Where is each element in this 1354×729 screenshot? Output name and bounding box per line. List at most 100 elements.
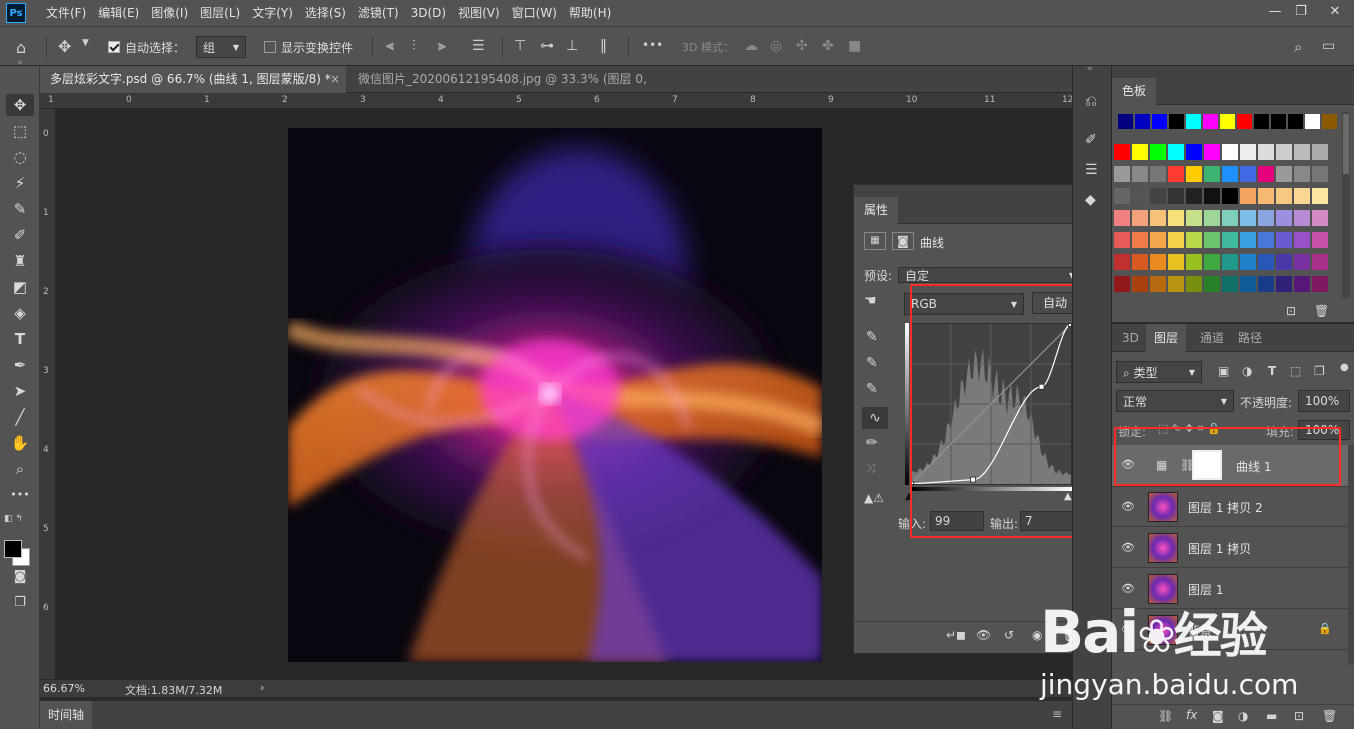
color-swatch[interactable] [1152, 114, 1167, 129]
color-swatch[interactable] [1114, 232, 1130, 248]
collapse-arrows-icon[interactable]: » [6, 56, 34, 70]
color-swatch[interactable] [1168, 144, 1184, 160]
brush-settings-icon[interactable]: ✐ [1085, 132, 1097, 148]
distribute-icon[interactable]: ☰ [472, 38, 485, 54]
filter-pixel-icon[interactable]: ▣ [1218, 364, 1229, 378]
align-left-icon[interactable]: ⫷ [386, 38, 394, 54]
color-swatch[interactable] [1276, 232, 1292, 248]
align-middle-icon[interactable]: ⊶ [540, 38, 554, 54]
layer-mask-icon[interactable]: ◙ [892, 232, 914, 250]
tab-layers[interactable]: 图层 [1146, 324, 1187, 352]
color-swatch[interactable] [1114, 166, 1130, 182]
menu-item[interactable]: 文件(F) [40, 0, 92, 26]
tab-swatches[interactable]: 色板 [1112, 78, 1157, 105]
magic-wand-tool[interactable]: ⚡ [6, 172, 34, 194]
color-swatch[interactable] [1276, 166, 1292, 182]
swatches-scrollbar[interactable] [1342, 112, 1350, 298]
menu-item[interactable]: 3D(D) [405, 0, 452, 26]
move-tool-icon[interactable]: ✥ [58, 37, 71, 56]
close-icon[interactable]: × [330, 66, 340, 93]
chevron-down-icon[interactable]: ▼ [82, 38, 89, 48]
adjustments-icon[interactable]: ☰ [1085, 162, 1098, 178]
trash-icon[interactable]: 🗑 [1314, 304, 1329, 318]
color-swatch[interactable] [1203, 114, 1218, 129]
marquee-tool[interactable]: ⬚ [6, 120, 34, 142]
color-swatch[interactable] [1258, 254, 1274, 270]
auto-select-checkbox[interactable]: 自动选择： [108, 27, 185, 67]
zoom-level[interactable]: 66.67% [43, 682, 85, 695]
fx-icon[interactable]: fx [1186, 708, 1197, 722]
filter-smart-object-icon[interactable]: ❐ [1314, 364, 1325, 378]
color-swatch[interactable] [1240, 188, 1256, 204]
color-swatch[interactable] [1258, 210, 1274, 226]
new-swatch-icon[interactable]: ⊡ [1286, 304, 1296, 318]
color-swatch[interactable] [1114, 188, 1130, 204]
white-point-eyedropper-icon[interactable]: ✎ [866, 381, 878, 397]
restore-button[interactable]: ❐ [1284, 0, 1318, 24]
3d-drag-icon[interactable]: ✣ [796, 38, 808, 54]
color-swatch[interactable] [1258, 276, 1274, 292]
color-swatch[interactable] [1240, 166, 1256, 182]
opacity-field[interactable]: 100% [1298, 390, 1350, 412]
color-swatch[interactable] [1254, 114, 1269, 129]
tab-paths[interactable]: 路径 [1232, 324, 1268, 352]
color-swatch[interactable] [1294, 276, 1310, 292]
color-swatch[interactable] [1186, 188, 1202, 204]
eyedropper-tool[interactable]: ✎ [6, 198, 34, 220]
menu-item[interactable]: 文字(Y) [246, 0, 299, 26]
menu-item[interactable]: 窗口(W) [506, 0, 563, 26]
link-icon[interactable]: ⛓ [1158, 709, 1173, 723]
3d-scale-icon[interactable]: ■ [848, 38, 861, 54]
color-swatch[interactable] [1240, 232, 1256, 248]
quick-mask-icon[interactable]: ◙ [6, 566, 34, 588]
color-swatch[interactable] [1288, 114, 1303, 129]
color-swatch[interactable] [1258, 232, 1274, 248]
checkbox-unchecked-icon[interactable] [264, 41, 276, 53]
color-swatch[interactable] [1276, 254, 1292, 270]
color-swatch[interactable] [1222, 144, 1238, 160]
tab-timeline[interactable]: 时间轴 [40, 701, 93, 729]
layer-filter-dropdown[interactable]: ⌕ 类型 ▼ [1116, 361, 1202, 383]
folder-icon[interactable]: ▬ [1266, 709, 1277, 723]
align-bottom-icon[interactable]: ⊥ [566, 38, 578, 54]
color-swatch[interactable] [1168, 188, 1184, 204]
blend-mode-dropdown[interactable]: 正常 ▼ [1116, 390, 1234, 412]
preset-dropdown[interactable]: 自定 ▼ [898, 267, 1082, 283]
color-swatch[interactable] [1312, 210, 1328, 226]
view-previous-icon[interactable]: 👁 [976, 628, 991, 642]
color-swatch[interactable] [1312, 276, 1328, 292]
color-swatch[interactable] [1186, 276, 1202, 292]
menu-item[interactable]: 图层(L) [194, 0, 246, 26]
menu-item[interactable]: 编辑(E) [92, 0, 145, 26]
reset-icon[interactable]: ↺ [1004, 628, 1014, 642]
menu-item[interactable]: 视图(V) [452, 0, 506, 26]
color-swatch[interactable] [1294, 210, 1310, 226]
panel-menu-icon[interactable]: ≡ [1052, 707, 1062, 721]
menu-item[interactable]: 帮助(H) [563, 0, 617, 26]
color-swatch[interactable] [1276, 210, 1292, 226]
tab-3d[interactable]: 3D [1116, 324, 1145, 352]
color-swatch[interactable] [1186, 232, 1202, 248]
3d-roll-icon[interactable]: ◎ [770, 38, 782, 54]
color-swatch[interactable] [1276, 144, 1292, 160]
color-swatch[interactable] [1276, 188, 1292, 204]
color-swatch[interactable] [1258, 166, 1274, 182]
filter-type-icon[interactable]: T [1268, 364, 1276, 378]
color-swatch[interactable] [1294, 232, 1310, 248]
color-swatch[interactable] [1168, 254, 1184, 270]
color-swatch[interactable] [1240, 276, 1256, 292]
color-swatch[interactable] [1222, 232, 1238, 248]
layer-row[interactable]: 👁 图层 1 拷贝 [1112, 528, 1348, 568]
color-swatch[interactable] [1186, 166, 1202, 182]
filter-toggle-icon[interactable]: ● [1340, 362, 1349, 373]
lasso-tool[interactable]: ◌ [6, 146, 34, 168]
pencil-draw-icon[interactable]: ✏ [866, 435, 878, 451]
checkbox-checked-icon[interactable] [108, 41, 120, 53]
curves-adjustment-icon[interactable]: ▦ [864, 232, 886, 250]
color-swatch[interactable] [1132, 232, 1148, 248]
type-tool[interactable]: T [6, 328, 34, 350]
mask-icon[interactable]: ◙ [1212, 709, 1224, 723]
align-right-icon[interactable]: ⫸ [438, 38, 446, 54]
menu-item[interactable]: 图像(I) [145, 0, 194, 26]
color-swatch[interactable] [1294, 144, 1310, 160]
